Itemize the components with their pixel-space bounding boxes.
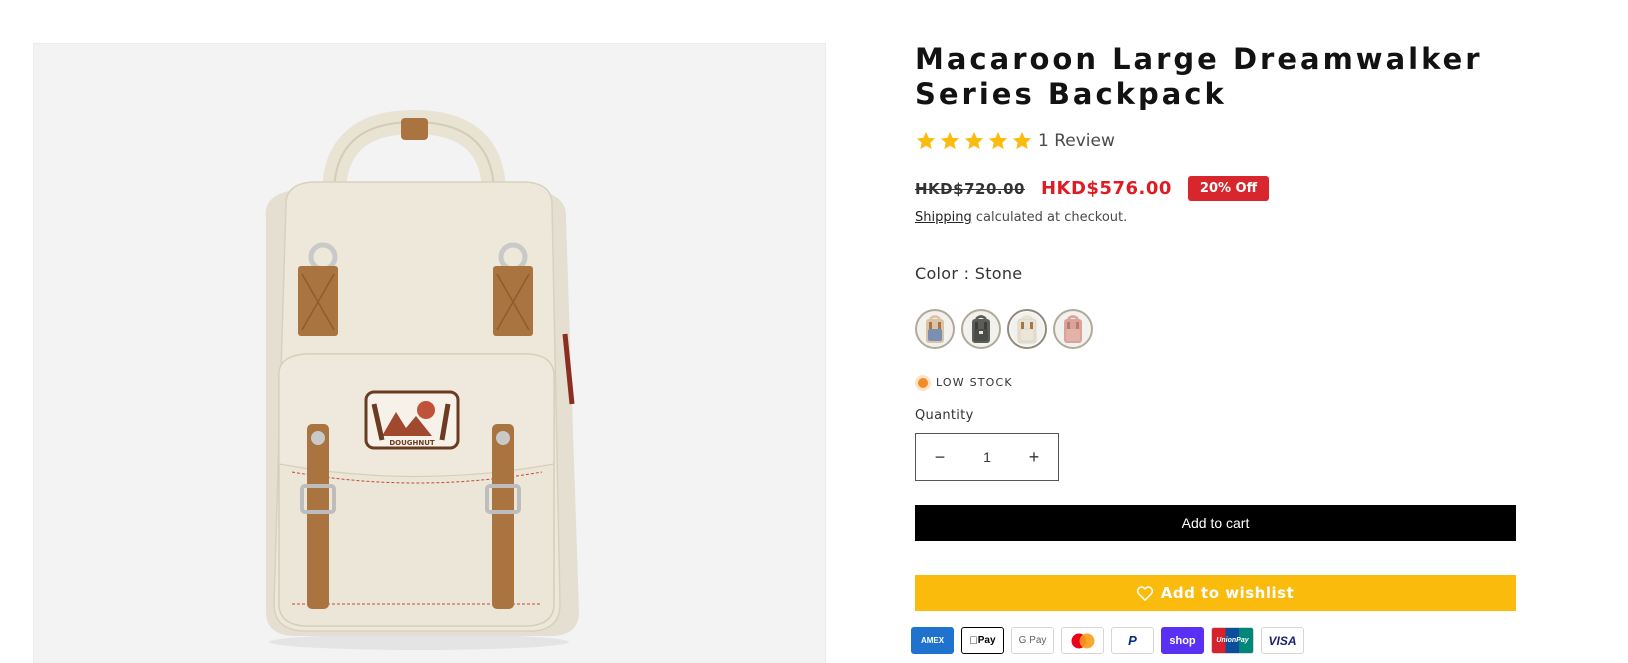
discount-badge: 20% Off [1187, 176, 1270, 201]
stock-status: LOW STOCK [915, 376, 1013, 389]
star-icon [916, 131, 936, 150]
sale-price: HKD$576.00 [1040, 178, 1172, 199]
color-swatches [915, 309, 1093, 349]
price-row: HKD$720.00 HKD$576.00 20% Off [915, 176, 1270, 201]
star-icon [964, 131, 984, 150]
payment-methods: AMEX Pay G Pay P shop UnionPay VISA [911, 627, 1304, 654]
visa-icon: VISA [1261, 627, 1304, 654]
star-icon [988, 131, 1008, 150]
quantity-stepper: − + [915, 433, 1059, 481]
product-page: DOUGHNUT Macaroon Large Dreamwalker Seri… [0, 0, 1628, 663]
quantity-input[interactable] [965, 448, 1009, 466]
star-icon [1012, 131, 1032, 150]
amex-icon: AMEX [911, 627, 954, 654]
mastercard-icon [1061, 627, 1104, 654]
shop-pay-icon: shop [1161, 627, 1204, 654]
paypal-icon: P [1111, 627, 1154, 654]
color-label: Color : Stone [915, 264, 1023, 283]
backpack-thumbnail-icon [1017, 315, 1037, 344]
backpack-thumbnail-icon [972, 315, 990, 343]
color-swatch-stone[interactable] [1007, 309, 1047, 349]
star-icon [940, 131, 960, 150]
rating-stars [915, 130, 1033, 152]
add-to-cart-button[interactable]: Add to cart [915, 505, 1516, 541]
quantity-label: Quantity [915, 408, 974, 423]
unionpay-icon: UnionPay [1211, 627, 1254, 654]
product-title: Macaroon Large Dreamwalker Series Backpa… [915, 42, 1483, 111]
color-swatch-charcoal[interactable] [961, 309, 1001, 349]
backpack-thumbnail-icon [1064, 315, 1082, 343]
shipping-link[interactable]: Shipping [915, 210, 972, 225]
color-swatch-blush[interactable] [1053, 309, 1093, 349]
quantity-decrease-button[interactable]: − [916, 434, 964, 480]
color-swatch-beige[interactable] [915, 309, 955, 349]
quantity-increase-button[interactable]: + [1010, 434, 1058, 480]
apple-pay-icon: Pay [961, 627, 1004, 654]
stock-text: LOW STOCK [936, 376, 1013, 389]
product-image[interactable]: DOUGHNUT [33, 43, 826, 663]
backpack-illustration: DOUGHNUT [265, 109, 579, 650]
stock-indicator-icon [918, 377, 928, 388]
patch-text: DOUGHNUT [389, 439, 435, 447]
add-to-wishlist-button[interactable]: Add to wishlist [915, 575, 1516, 611]
shipping-note: Shipping calculated at checkout. [915, 210, 1127, 225]
google-pay-icon: G Pay [1011, 627, 1054, 654]
compare-at-price: HKD$720.00 [915, 179, 1025, 198]
product-rating[interactable]: 1 Review [915, 130, 1115, 152]
backpack-thumbnail-icon [926, 315, 944, 343]
shipping-note-text: calculated at checkout. [971, 210, 1128, 225]
review-count[interactable]: 1 Review [1038, 131, 1115, 151]
wishlist-label: Add to wishlist [1160, 584, 1295, 602]
heart-icon [1136, 585, 1153, 601]
